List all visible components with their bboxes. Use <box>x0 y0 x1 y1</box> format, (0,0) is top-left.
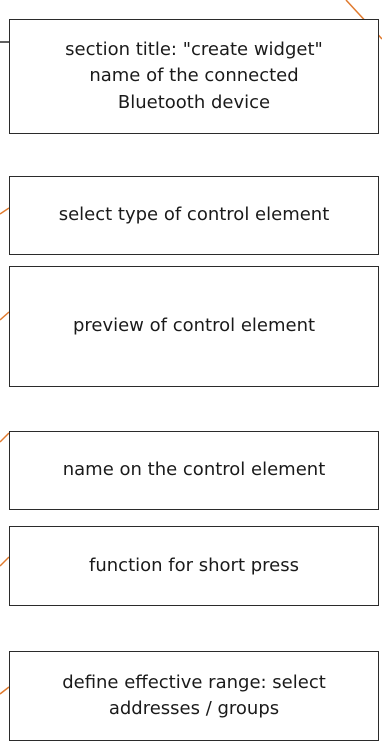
callout-line: name of the connected <box>89 65 299 87</box>
leader-line-type <box>0 207 10 215</box>
callout-line: name on the control element <box>62 459 326 481</box>
callout-line: Bluetooth device <box>117 91 271 113</box>
callout-element-name: name on the control element <box>9 431 379 510</box>
callout-line: define effective range: select <box>62 671 326 693</box>
leader-line-name <box>0 432 10 443</box>
callout-preview: preview of control element <box>9 266 379 387</box>
leader-line-function <box>0 556 10 567</box>
callout-section-title: section title: "create widget" name of t… <box>9 19 379 134</box>
callout-line: select type of control element <box>58 204 330 226</box>
callout-line: function for short press <box>89 554 299 576</box>
callout-short-press-function: function for short press <box>9 526 379 606</box>
callout-text: section title: "create widget" name of t… <box>65 37 323 115</box>
leader-line-preview <box>0 311 10 321</box>
callout-line: preview of control element <box>72 315 316 337</box>
callout-control-type: select type of control element <box>9 176 379 255</box>
callout-text: define effective range: select addresses… <box>62 670 326 722</box>
callout-line: section title: "create widget" <box>65 39 323 61</box>
leader-line-range <box>0 686 10 695</box>
callout-line: addresses / groups <box>108 698 280 719</box>
